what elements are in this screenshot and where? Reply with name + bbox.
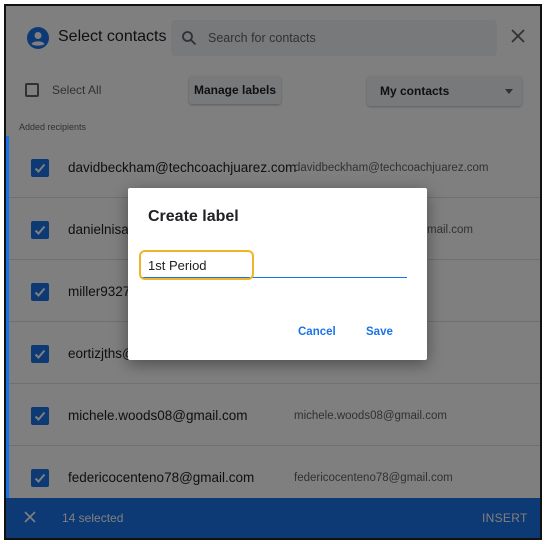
dialog-title: Create label [148,208,239,225]
label-name-input[interactable] [140,254,407,278]
select-contacts-window: Select contacts Search for contacts Sele… [4,4,542,540]
left-accent-bar [6,136,9,498]
cancel-button[interactable]: Cancel [298,326,336,338]
save-button[interactable]: Save [366,326,393,338]
create-label-dialog: Create label Cancel Save [128,188,427,360]
